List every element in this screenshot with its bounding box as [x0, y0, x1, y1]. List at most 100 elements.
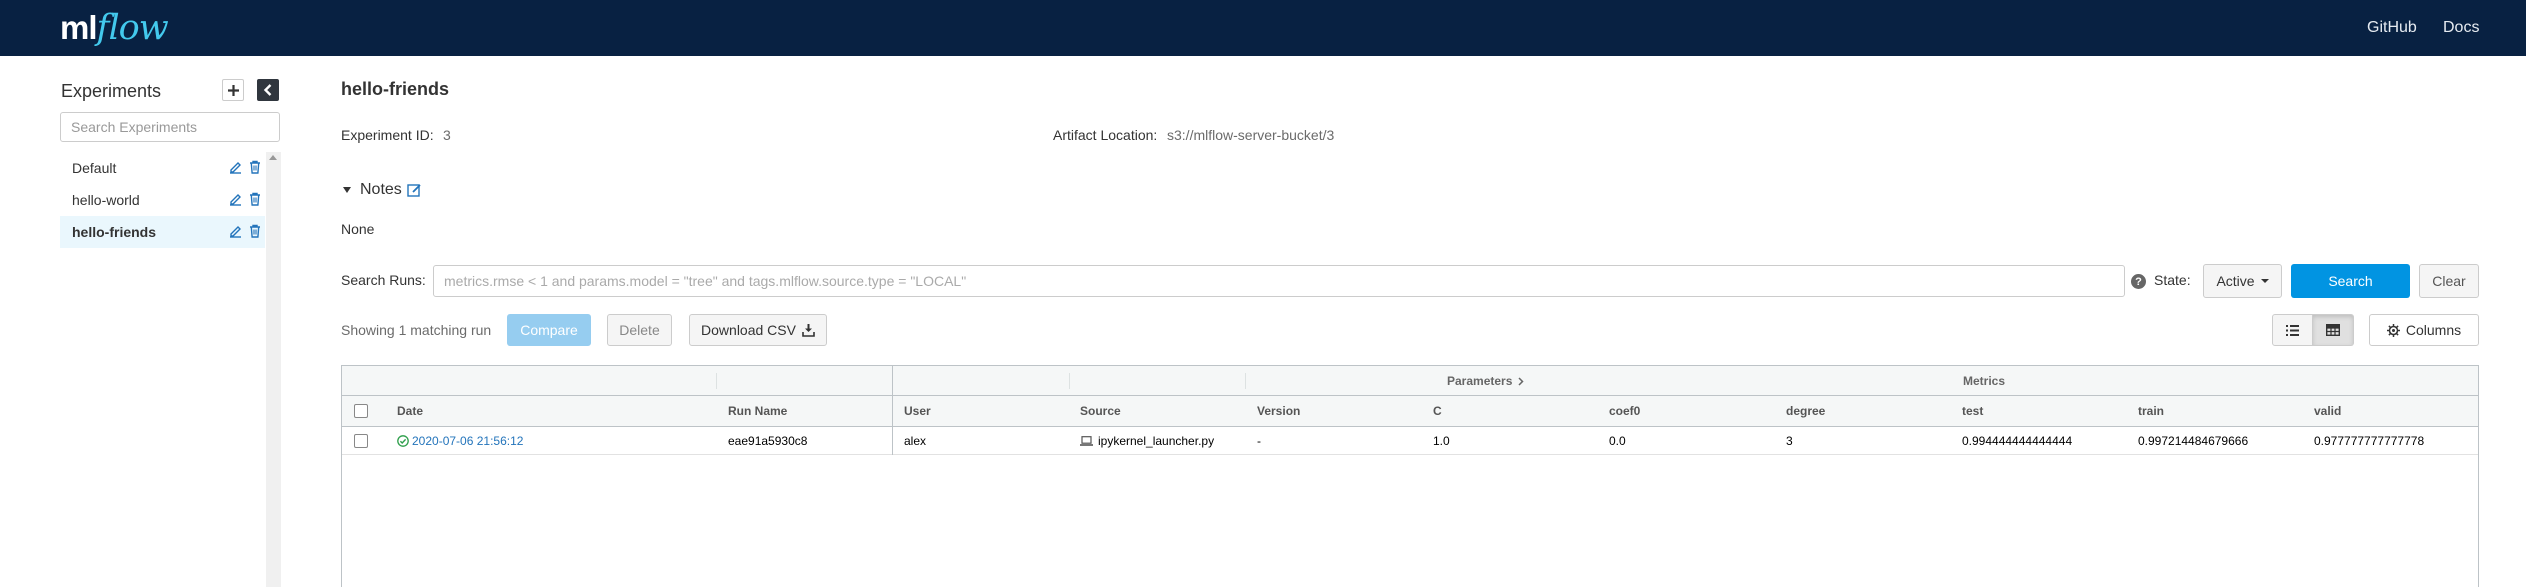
column-header-param-coef0[interactable]: coef0 [1600, 396, 1640, 426]
run-date-link[interactable]: 2020-07-06 21:56:12 [412, 434, 523, 448]
grid-view-button[interactable] [2313, 314, 2354, 346]
row-checkbox[interactable] [354, 434, 368, 448]
github-link[interactable]: GitHub [2367, 19, 2417, 37]
experiment-view: hello-friends Experiment ID: 3 Artifact … [341, 56, 2479, 587]
parameters-group-header[interactable]: Parameters [1438, 366, 1524, 396]
notes-label: Notes [360, 181, 402, 198]
cell-run-name: eae91a5930c8 [728, 434, 808, 448]
column-header-metric-valid[interactable]: valid [2305, 396, 2341, 426]
caret-down-icon [2260, 279, 2269, 283]
search-runs-label: Search Runs: [341, 272, 426, 288]
column-separator [1069, 373, 1070, 389]
column-header-user[interactable]: User [895, 396, 931, 426]
logo-ml-text: ml [60, 9, 98, 46]
state-label: State: [2154, 272, 2191, 288]
runs-table: Parameters Metrics Date Run Name User So… [341, 365, 2479, 587]
column-header-run-name[interactable]: Run Name [719, 396, 787, 426]
experiment-title: hello-friends [341, 79, 450, 99]
collapse-sidebar-button[interactable] [257, 79, 279, 101]
state-value: Active [2216, 273, 2255, 289]
cell-param-degree: 3 [1786, 434, 1793, 448]
row-select-cell [347, 427, 368, 455]
plus-icon [227, 84, 239, 96]
edit-icon[interactable] [229, 192, 242, 206]
download-csv-button[interactable]: Download CSV [689, 314, 827, 346]
experiment-list: Default hello-world hello-friends [60, 152, 281, 587]
experiment-id-label: Experiment ID: [341, 127, 434, 143]
column-separator [1245, 373, 1246, 389]
trash-icon[interactable] [249, 224, 261, 238]
trash-icon[interactable] [249, 192, 261, 206]
list-icon [2286, 324, 2299, 336]
table-icon [2326, 324, 2340, 336]
docs-link[interactable]: Docs [2443, 19, 2479, 37]
column-header-version[interactable]: Version [1248, 396, 1300, 426]
experiments-title: Experiments [61, 81, 162, 101]
download-csv-label: Download CSV [701, 322, 796, 338]
create-experiment-button[interactable] [222, 79, 244, 101]
experiment-item-default[interactable]: Default [60, 152, 265, 184]
search-experiments-input[interactable] [60, 112, 280, 142]
edit-icon[interactable] [229, 224, 242, 238]
column-header-source[interactable]: Source [1071, 396, 1121, 426]
logo-flow-text: flow [96, 8, 169, 48]
artifact-location-value: s3://mlflow-server-bucket/3 [1167, 127, 1335, 143]
top-navbar: ml flow GitHub Docs [0, 0, 2526, 56]
column-header-param-c[interactable]: C [1424, 396, 1442, 426]
compare-button[interactable]: Compare [507, 314, 591, 346]
pinned-columns-divider [892, 366, 893, 455]
matching-runs-count: Showing 1 matching run [341, 322, 492, 338]
experiment-name: hello-friends [72, 224, 157, 240]
chevron-right-icon [1518, 376, 1524, 386]
cell-source: ipykernel_launcher.py [1071, 427, 1214, 455]
table-row[interactable]: 2020-07-06 21:56:12 eae91a5930c8 alex ip… [342, 427, 2478, 455]
experiment-name: hello-world [72, 192, 140, 208]
question-circle-icon[interactable]: ? [2131, 274, 2146, 289]
source-name: ipykernel_launcher.py [1098, 434, 1215, 448]
laptop-icon [1080, 436, 1093, 446]
notes-section-toggle[interactable]: Notes [341, 181, 422, 199]
columns-button[interactable]: Columns [2369, 314, 2479, 346]
select-all-cell [347, 396, 368, 426]
experiment-item-hello-friends[interactable]: hello-friends [60, 216, 265, 248]
cell-metric-train: 0.997214484679666 [2138, 434, 2249, 448]
delete-button[interactable]: Delete [607, 314, 672, 346]
select-all-checkbox[interactable] [354, 404, 368, 418]
search-button[interactable]: Search [2291, 264, 2410, 298]
list-view-button[interactable] [2272, 314, 2313, 346]
column-header-param-degree[interactable]: degree [1777, 396, 1825, 426]
experiment-name: Default [72, 160, 117, 176]
column-header-metric-test[interactable]: test [1953, 396, 1983, 426]
download-icon [802, 323, 815, 337]
trash-icon[interactable] [249, 160, 261, 174]
clear-button[interactable]: Clear [2419, 264, 2479, 298]
view-toggle-group [2272, 314, 2354, 346]
metrics-group-header[interactable]: Metrics [1954, 366, 2005, 396]
cell-metric-test: 0.994444444444444 [1962, 434, 2073, 448]
cell-version: - [1257, 434, 1261, 448]
columns-label: Columns [2405, 322, 2462, 338]
gear-icon [2386, 323, 2400, 337]
artifact-location-label: Artifact Location: [1053, 127, 1158, 143]
experiments-sidebar: Experiments Default hello-world hello-fr… [60, 56, 281, 587]
column-header-metric-train[interactable]: train [2129, 396, 2164, 426]
experiment-item-hello-world[interactable]: hello-world [60, 184, 265, 216]
edit-icon[interactable] [229, 160, 242, 174]
cell-metric-valid: 0.977777777777778 [2314, 434, 2425, 448]
chevron-left-icon [263, 84, 272, 96]
mlflow-logo[interactable]: ml flow [60, 6, 169, 50]
cell-param-coef0: 0.0 [1609, 434, 1626, 448]
edit-notes-icon[interactable] [407, 183, 422, 198]
search-runs-input[interactable] [433, 265, 2125, 297]
cell-date[interactable]: 2020-07-06 21:56:12 [388, 427, 523, 455]
column-group-header-row: Parameters Metrics [342, 366, 2478, 396]
notes-content: None [341, 221, 375, 237]
parameters-group-label: Parameters [1447, 374, 1513, 388]
column-separator [716, 373, 717, 389]
column-header-date[interactable]: Date [388, 396, 423, 426]
cell-user: alex [904, 434, 927, 448]
state-dropdown[interactable]: Active [2203, 264, 2282, 298]
experiment-id-value: 3 [443, 127, 451, 143]
check-circle-icon [397, 435, 409, 447]
cell-param-c: 1.0 [1433, 434, 1450, 448]
